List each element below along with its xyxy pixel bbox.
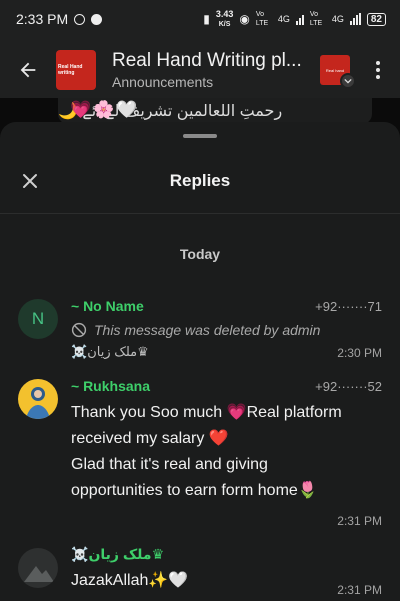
background-message-emoji: 💗🌸🤍 — [70, 100, 140, 119]
group-subtitle: Announcements — [112, 74, 214, 90]
deleted-message-text: This message was deleted by admin — [94, 322, 321, 338]
reply-phone: +92·······52 — [315, 379, 382, 394]
battery-indicator: 82 — [366, 12, 386, 26]
reply-author[interactable]: ~ No Name — [71, 298, 144, 314]
reply-message: JazakAllah✨🤍 — [71, 572, 189, 589]
net-speed: 3.43 K/S — [215, 8, 234, 29]
signal-icon-2 — [349, 12, 361, 25]
avatar[interactable] — [18, 548, 58, 588]
lte-2: Vo LTE — [309, 11, 323, 27]
replies-sheet: Replies Today N ~ No Name +92·······71 T… — [0, 122, 400, 601]
reply-time: 2:31 PM — [337, 514, 382, 528]
arrow-left-icon — [20, 62, 36, 78]
facebook-icon — [91, 13, 103, 25]
avatar[interactable] — [18, 379, 58, 419]
lte-1: Vo LTE — [255, 11, 269, 27]
avatar-photo-icon — [26, 387, 50, 419]
chevron-down-icon — [340, 73, 356, 89]
reply-message: Thank you Soo much 💗Real platform receiv… — [71, 400, 383, 504]
reply-message-line: received my salary ❤️ — [71, 430, 229, 447]
avatar-photo-icon — [24, 566, 54, 582]
avatar[interactable]: N — [18, 299, 58, 339]
group-avatar[interactable]: Real Hand writing — [56, 50, 96, 90]
avatar-letter: N — [31, 309, 45, 328]
status-time: 2:33 PM — [16, 11, 69, 27]
net-type-1: 4G — [277, 13, 290, 24]
reply-time: 2:30 PM — [337, 346, 382, 360]
app-header: Real Hand writing Real Hand Writing pl..… — [0, 38, 400, 102]
net-speed-value: 3.43 — [215, 8, 234, 19]
drag-handle[interactable] — [183, 134, 217, 138]
whatsapp-icon — [74, 13, 86, 25]
group-title: Real Hand Writing pl... — [112, 50, 302, 71]
deleted-message: This message was deleted by admin — [71, 322, 320, 338]
back-button[interactable] — [0, 38, 56, 102]
more-vert-icon[interactable] — [366, 61, 390, 79]
group-avatar-text: Real Hand writing — [56, 62, 96, 78]
sheet-title: Replies — [169, 170, 231, 190]
close-button[interactable] — [18, 169, 42, 193]
day-divider: Today — [179, 246, 221, 262]
reply-item[interactable]: N ~ No Name +92·······71 This message wa… — [0, 292, 400, 364]
sheet-header: Replies — [0, 148, 400, 214]
header-text[interactable]: Real Hand Writing pl... Announcements — [112, 50, 320, 90]
signal-icon — [295, 14, 304, 25]
reply-item[interactable]: ☠️ملک زیان♛ JazakAllah✨🤍 2:31 PM — [0, 540, 400, 601]
vibrate-icon: ▮ — [203, 11, 210, 26]
reply-author[interactable]: ~ Rukhsana — [71, 378, 150, 394]
reply-message-line: Thank you Soo much 💗Real platform — [71, 404, 342, 421]
community-badge-text: Real hand — [325, 67, 345, 73]
close-icon — [23, 174, 37, 188]
net-type-2: 4G — [331, 13, 344, 24]
status-bar: 2:33 PM ▮ 3.43 K/S ◉ Vo LTE 4G Vo LTE 4G… — [0, 0, 400, 38]
net-speed-unit: K/S — [218, 20, 231, 28]
reply-message-line: Glad that it's real and giving — [71, 456, 268, 473]
reply-time: 2:31 PM — [337, 583, 382, 597]
wifi-icon: ◉ — [239, 11, 250, 26]
reply-author[interactable]: ☠️ملک زیان♛ — [71, 546, 164, 563]
block-icon — [71, 322, 87, 338]
reply-phone: +92·······71 — [315, 299, 382, 314]
reply-item[interactable]: ~ Rukhsana +92·······52 Thank you Soo mu… — [0, 372, 400, 532]
reply-sender-name: ☠️ملک زیان♛ — [71, 344, 149, 359]
community-badge[interactable]: Real hand — [320, 55, 356, 89]
reply-message-line: opportunities to earn form home🌷 — [71, 482, 318, 499]
